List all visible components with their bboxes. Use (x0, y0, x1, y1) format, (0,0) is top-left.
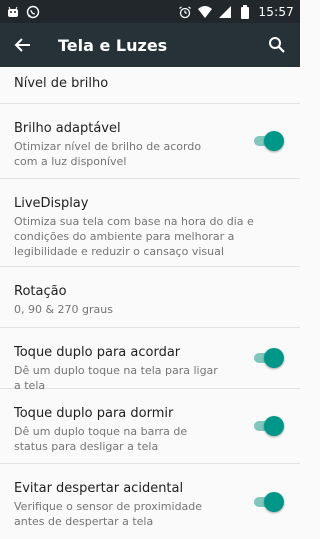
search-icon[interactable] (264, 32, 290, 58)
wifi-icon (198, 5, 213, 19)
setting-title: Toque duplo para acordar (14, 345, 181, 360)
setting-accidental-wake[interactable]: Evitar despertar acidental Verifique o s… (0, 464, 300, 539)
alarm-icon (178, 5, 192, 19)
toggle-thumb (264, 491, 284, 512)
accidental-wake-toggle[interactable] (254, 491, 284, 512)
app-bar: Tela e Luzes (0, 23, 300, 67)
signal-icon (218, 5, 232, 19)
setting-title: Rotação (14, 284, 67, 299)
setting-subtitle: Verifique o sensor de proximidade antes … (14, 500, 203, 528)
status-bar: 15:57 (0, 0, 300, 23)
double-tap-sleep-toggle[interactable] (254, 416, 284, 436)
whatsapp-icon (26, 5, 40, 19)
setting-title: LiveDisplay (14, 196, 89, 211)
setting-double-tap-sleep[interactable]: Toque duplo para dormir Dê um duplo toqu… (0, 389, 300, 464)
setting-double-tap-wake[interactable]: Toque duplo para acordar Dê um duplo toq… (0, 328, 300, 392)
status-bar-right: 15:57 (178, 4, 294, 19)
adaptive-brightness-toggle[interactable] (254, 131, 284, 151)
setting-title: Toque duplo para dormir (14, 406, 174, 421)
setting-livedisplay[interactable]: LiveDisplay Otimiza sua tela com base na… (0, 179, 300, 267)
status-time: 15:57 (258, 4, 294, 19)
settings-list: Nível de brilho Brilho adaptável Otimiza… (0, 67, 300, 539)
setting-rotation[interactable]: Rotação 0, 90 & 270 graus (0, 267, 300, 328)
setting-subtitle: Otimizar nível de brilho de acordo com a… (14, 140, 202, 168)
setting-subtitle: Otimiza sua tela com base na hora do dia… (14, 215, 254, 258)
android-icon (6, 5, 20, 19)
toggle-thumb (264, 131, 284, 151)
setting-adaptive-brightness[interactable]: Brilho adaptável Otimizar nível de brilh… (0, 104, 300, 179)
setting-title: Evitar despertar acidental (14, 481, 184, 496)
back-arrow-icon[interactable] (10, 32, 36, 58)
double-tap-wake-toggle[interactable] (254, 348, 284, 368)
setting-subtitle: 0, 90 & 270 graus (14, 303, 113, 316)
setting-subtitle: Dê um duplo toque na barra de status par… (14, 425, 188, 453)
toggle-thumb (264, 348, 284, 368)
battery-icon (238, 4, 252, 19)
setting-title: Brilho adaptável (14, 121, 121, 136)
toggle-thumb (264, 416, 284, 436)
status-bar-left (6, 5, 40, 19)
setting-brightness-level[interactable]: Nível de brilho (0, 67, 300, 104)
setting-title: Nível de brilho (14, 76, 109, 91)
page-title: Tela e Luzes (58, 35, 168, 55)
